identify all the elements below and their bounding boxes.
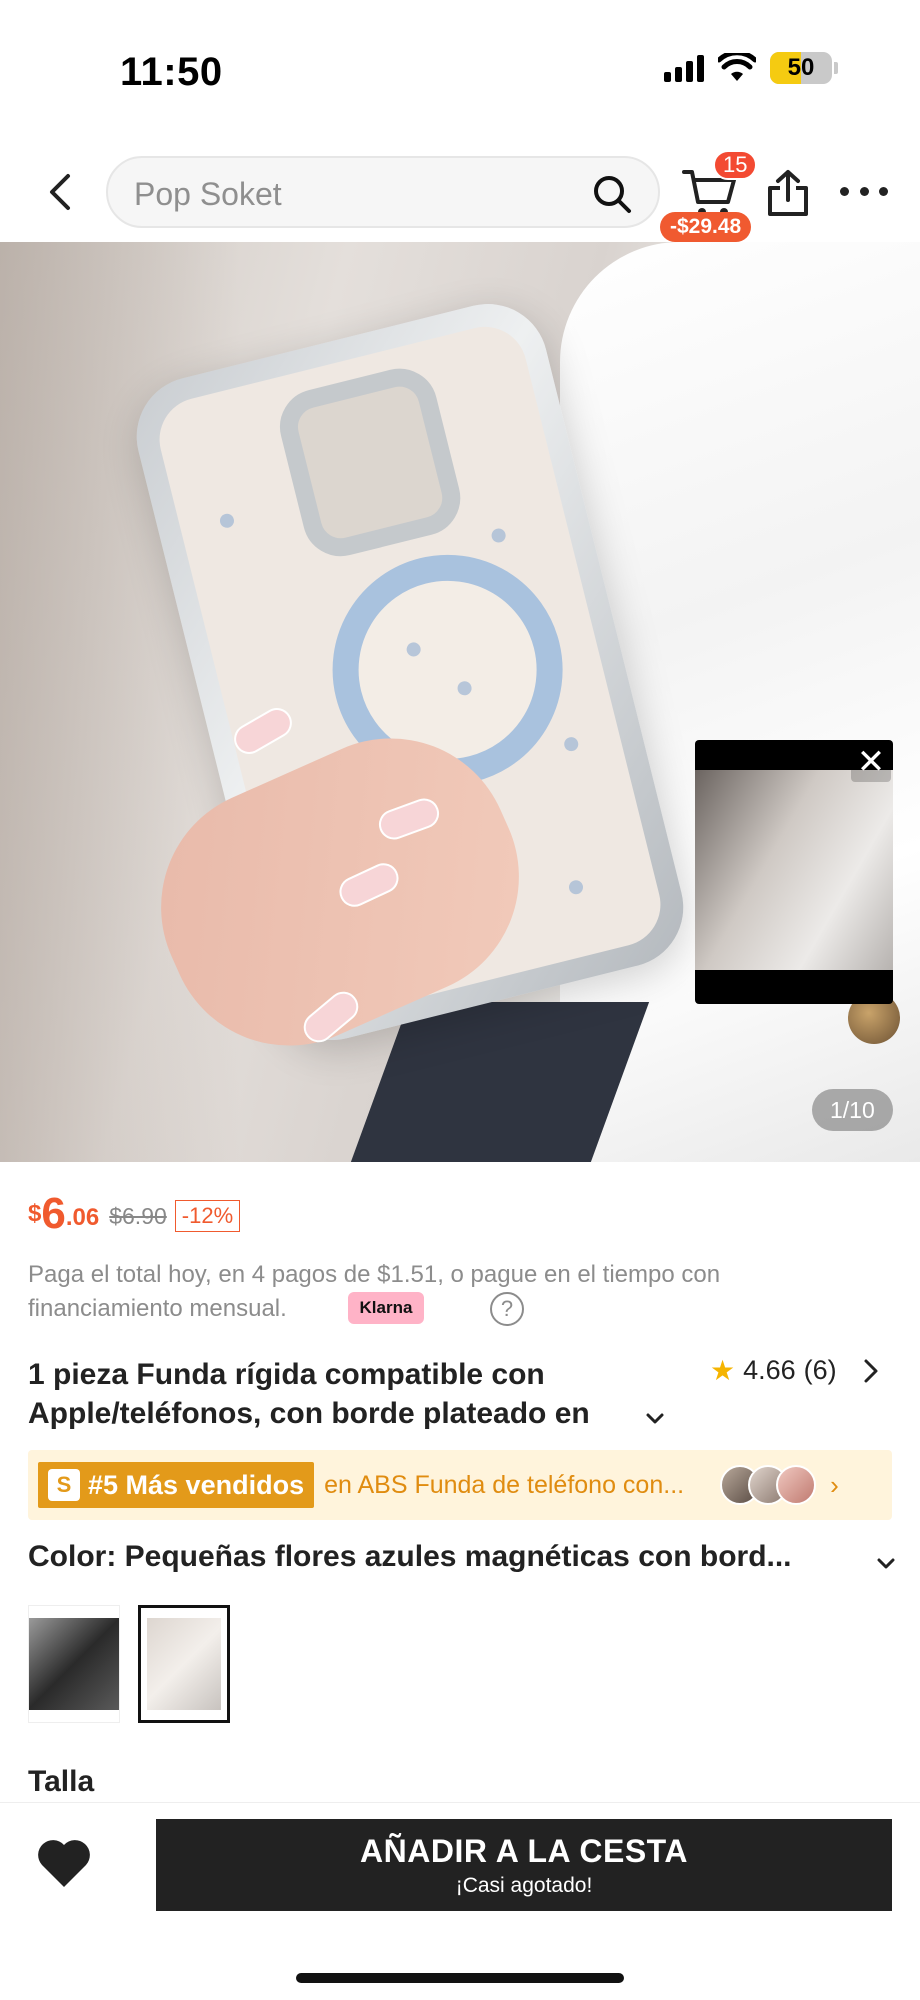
camera-cutout <box>271 360 469 565</box>
battery-icon: 50 <box>770 52 832 84</box>
product-title[interactable]: 1 pieza Funda rígida compatible con Appl… <box>28 1355 688 1433</box>
color-swatches <box>28 1605 230 1723</box>
heart-icon[interactable] <box>36 1837 92 1889</box>
search-icon[interactable] <box>592 174 632 214</box>
price-decimal: .06 <box>65 1204 100 1231</box>
color-selector-label[interactable]: Color: Pequeñas flores azules magnéticas… <box>28 1540 898 1574</box>
share-icon[interactable] <box>764 168 812 218</box>
close-icon[interactable]: ✕ <box>851 742 891 782</box>
cart-count-badge: 15 <box>713 150 758 180</box>
image-counter: 1/10 <box>812 1089 893 1131</box>
cart-total-badge: -$29.48 <box>660 212 752 242</box>
chevron-right-icon: › <box>830 1469 839 1500</box>
rating[interactable]: ★ 4.66 (6) <box>710 1354 881 1387</box>
more-options-icon[interactable] <box>840 176 888 206</box>
klarna-badge[interactable]: Klarna <box>348 1292 424 1324</box>
help-icon[interactable]: ? <box>490 1292 524 1326</box>
search-input[interactable]: Pop Soket <box>106 156 660 228</box>
back-button[interactable] <box>36 168 84 216</box>
mini-video-frame[interactable] <box>695 770 893 970</box>
header: Pop Soket 15 -$29.48 <box>0 150 920 242</box>
stock-note: ¡Casi agotado! <box>455 1873 593 1897</box>
chevron-right-icon <box>864 1359 878 1382</box>
battery-tip <box>834 62 838 74</box>
price-integer: 6 <box>41 1189 66 1238</box>
wifi-icon <box>718 53 756 81</box>
bestseller-tag: S #5 Más vendidos <box>38 1462 315 1508</box>
bestseller-category: en ABS Funda de teléfono con... <box>324 1470 685 1499</box>
home-indicator[interactable] <box>296 1973 624 1983</box>
status-time: 11:50 <box>120 50 223 94</box>
bestseller-banner[interactable]: S #5 Más vendidos en ABS Funda de teléfo… <box>28 1450 892 1520</box>
trophy-icon: S <box>48 1469 80 1501</box>
chevron-left-icon <box>50 174 70 210</box>
price-row: $ 6 .06 $6.90 -12% <box>28 1189 241 1238</box>
original-price: $6.90 <box>109 1203 167 1229</box>
bestseller-rank: #5 Más vendidos <box>88 1469 305 1500</box>
add-to-cart-label: AÑADIR A LA CESTA <box>360 1832 688 1869</box>
swatch-black-glitter[interactable] <box>28 1605 120 1723</box>
swatch-blue-flowers[interactable] <box>138 1605 230 1723</box>
search-placeholder: Pop Soket <box>134 176 282 212</box>
add-to-cart-button[interactable]: AÑADIR A LA CESTA ¡Casi agotado! <box>156 1819 892 1911</box>
bottom-action-bar: AÑADIR A LA CESTA ¡Casi agotado! <box>0 1802 920 2000</box>
chevron-down-icon[interactable] <box>874 1552 898 1576</box>
chevron-down-icon[interactable] <box>644 1408 666 1430</box>
discount-badge: -12% <box>174 1200 241 1232</box>
mini-video-player[interactable]: ✕ <box>695 740 893 1004</box>
rating-value: 4.66 <box>743 1355 796 1385</box>
product-image[interactable]: ✕ <box>0 242 920 1162</box>
cellular-signal-icon <box>664 54 704 82</box>
status-icons: 50 <box>664 52 838 84</box>
installments-text: Paga el total hoy, en 4 pagos de $1.51, … <box>28 1261 721 1322</box>
bestseller-thumbnails <box>720 1465 817 1505</box>
review-count: (6) <box>803 1355 837 1385</box>
status-bar: 11:50 50 <box>0 0 920 140</box>
size-label: Talla <box>28 1765 95 1798</box>
star-icon: ★ <box>710 1355 736 1386</box>
price-currency: $ <box>28 1200 42 1227</box>
battery-percent: 50 <box>787 54 815 81</box>
